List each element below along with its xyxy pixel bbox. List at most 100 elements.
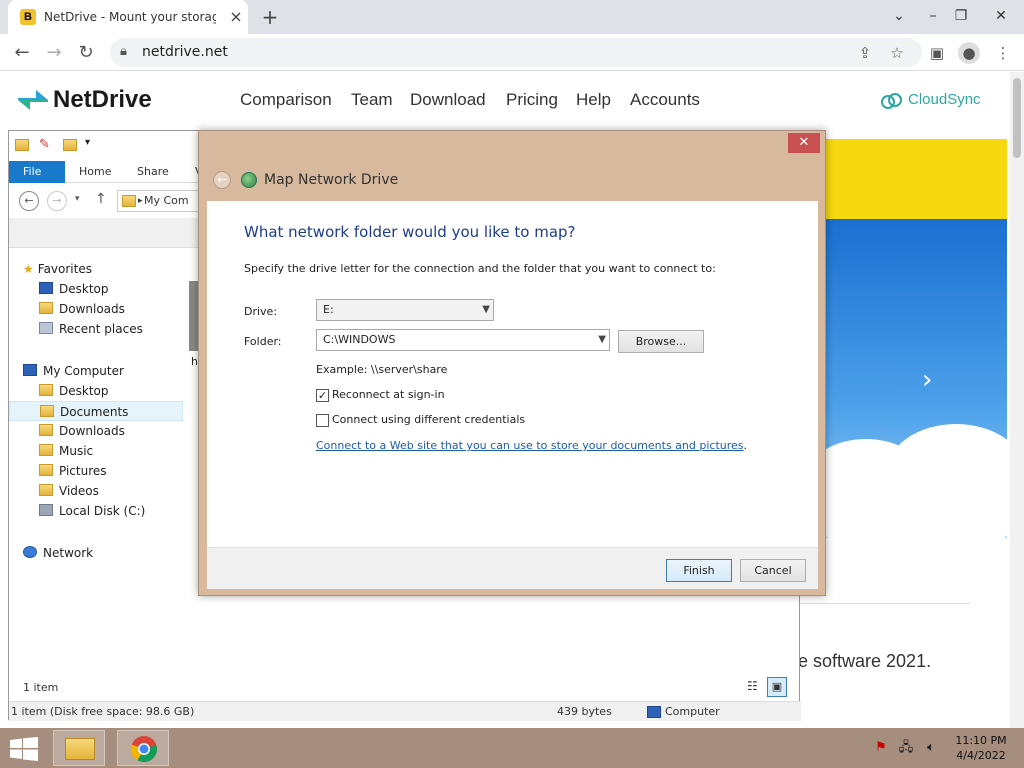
address-chevron-icon: ▸ <box>138 196 143 206</box>
page-scrollbar[interactable] <box>1010 72 1024 728</box>
drive-value: E: <box>323 303 334 316</box>
tab-home[interactable]: Home <box>65 161 125 183</box>
minimize-icon[interactable]: – <box>918 2 948 30</box>
folder-input[interactable]: C:\WINDOWS ▼ <box>316 329 610 351</box>
clock-time: 11:10 PM <box>955 734 1007 747</box>
credentials-label[interactable]: Connect using different credentials <box>332 413 525 426</box>
dialog-heading: What network folder would you like to ma… <box>244 223 576 241</box>
tree-my-computer[interactable]: My Computer <box>23 361 183 381</box>
folder-icon[interactable] <box>15 139 29 151</box>
tree-label: Recent places <box>59 322 143 336</box>
flag-alert-icon[interactable]: ⚑ <box>872 739 890 757</box>
omnibox[interactable]: 🔒︎ netdrive.net ⇪ ☆ <box>110 38 922 67</box>
tree-pc-pictures[interactable]: Pictures <box>23 461 183 481</box>
dialog-close-button[interactable]: ✕ <box>788 133 820 153</box>
dialog-footer: Finish Cancel <box>207 547 818 589</box>
finish-button[interactable]: Finish <box>666 559 732 582</box>
cloudsync-link[interactable]: CloudSync <box>908 91 981 108</box>
hero-yellow-band <box>826 139 1007 219</box>
tree-fav-recent[interactable]: Recent places <box>23 319 183 339</box>
up-arrow-icon[interactable]: ↑ <box>95 191 107 207</box>
credentials-checkbox[interactable] <box>316 414 329 427</box>
nav-pricing[interactable]: Pricing <box>506 90 558 110</box>
netdrive-logo-icon[interactable] <box>16 84 50 116</box>
tree-label: Desktop <box>59 282 109 296</box>
close-window-icon[interactable]: ✕ <box>986 2 1016 30</box>
large-icons-view-icon[interactable]: ▣ <box>767 677 787 697</box>
tree-pc-desktop[interactable]: Desktop <box>23 381 183 401</box>
status-free-space: 1 item (Disk free space: 98.6 GB) <box>11 705 195 718</box>
sidepanel-icon[interactable]: ▣ <box>926 42 948 64</box>
volume-muted-icon[interactable]: 🔈︎ <box>922 739 940 757</box>
lock-icon[interactable]: 🔒︎ <box>120 44 127 59</box>
status-location: Computer <box>665 705 720 718</box>
recent-dropdown-icon[interactable]: ▾ <box>75 194 80 204</box>
logo-text[interactable]: NetDrive <box>53 86 152 114</box>
tab-close-icon[interactable]: × <box>226 7 246 27</box>
tab-file[interactable]: File <box>9 161 65 183</box>
browser-tab[interactable]: B NetDrive - Mount your storage a × <box>8 0 248 34</box>
drive-label: Drive: <box>244 305 278 318</box>
taskbar-file-explorer[interactable] <box>53 730 105 766</box>
tree-pc-music[interactable]: Music <box>23 441 183 461</box>
divider <box>800 603 970 604</box>
new-tab-icon[interactable]: + <box>258 5 282 29</box>
tree-pc-local-disk[interactable]: Local Disk (C:) <box>23 501 183 521</box>
tab-share[interactable]: Share <box>123 161 183 183</box>
tree-fav-downloads[interactable]: Downloads <box>23 299 183 319</box>
nav-download[interactable]: Download <box>410 90 486 110</box>
nav-comparison[interactable]: Comparison <box>240 90 332 110</box>
browse-button[interactable]: Browse... <box>618 330 704 353</box>
folder-icon <box>39 424 53 436</box>
tab-search-icon[interactable]: ⌄ <box>884 2 914 30</box>
menu-dots-icon[interactable]: ⋮ <box>992 42 1014 64</box>
details-view-icon[interactable]: ☷ <box>747 679 758 693</box>
tree-favorites[interactable]: ★ Favorites <box>23 259 183 279</box>
nav-accounts[interactable]: Accounts <box>630 90 700 110</box>
chevron-down-icon[interactable]: ▼ <box>598 330 606 350</box>
reload-icon[interactable]: ↻ <box>72 39 100 67</box>
reconnect-checkbox[interactable]: ✓ <box>316 389 329 402</box>
explorer-back-icon[interactable]: ← <box>19 191 39 211</box>
taskbar-chrome[interactable] <box>117 730 169 766</box>
tree-fav-desktop[interactable]: Desktop <box>23 279 183 299</box>
tree-pc-documents[interactable]: Documents <box>9 401 183 421</box>
drive-select[interactable]: E: ▼ <box>316 299 494 321</box>
tree-label: Local Disk (C:) <box>59 504 146 518</box>
scrollbar-thumb[interactable] <box>1013 78 1021 158</box>
carousel-next-icon[interactable]: › <box>922 365 932 395</box>
taskbar-clock[interactable]: 11:10 PM 4/4/2022 <box>948 733 1014 763</box>
tree-pc-downloads[interactable]: Downloads <box>23 421 183 441</box>
tree-label: Network <box>43 546 94 560</box>
cancel-button[interactable]: Cancel <box>740 559 806 582</box>
tree-label: Music <box>59 444 94 458</box>
new-folder-icon[interactable] <box>63 139 77 151</box>
qat-dropdown-icon[interactable]: ▾ <box>85 137 90 148</box>
properties-icon[interactable]: ✎ <box>39 137 50 152</box>
reconnect-label[interactable]: Reconnect at sign-in <box>332 388 445 401</box>
bookmark-star-icon[interactable]: ☆ <box>886 42 908 64</box>
tree-pc-videos[interactable]: Videos <box>23 481 183 501</box>
windows-start-icon[interactable] <box>10 737 38 761</box>
explorer-forward-icon[interactable]: → <box>47 191 67 211</box>
profile-icon[interactable]: ● <box>958 42 980 64</box>
cloudsync-icon[interactable] <box>880 92 904 110</box>
forward-icon[interactable]: → <box>40 39 68 67</box>
dialog-back-icon[interactable]: ← <box>213 171 231 189</box>
back-icon[interactable]: ← <box>8 39 36 67</box>
restore-icon[interactable]: ❐ <box>946 2 976 30</box>
status-size: 439 bytes <box>557 705 612 718</box>
status-bar: 1 item (Disk free space: 98.6 GB) 439 by… <box>9 701 801 721</box>
favicon-icon: B <box>20 9 36 25</box>
folder-icon <box>39 464 53 476</box>
chrome-icon <box>130 736 157 763</box>
file-name-fragment[interactable]: h <box>191 355 198 368</box>
nav-team[interactable]: Team <box>351 90 393 110</box>
web-site-link[interactable]: Connect to a Web site that you can use t… <box>316 439 744 452</box>
tree-network[interactable]: Network <box>23 543 183 563</box>
nav-help[interactable]: Help <box>576 90 611 110</box>
url-text[interactable]: netdrive.net <box>142 44 228 60</box>
share-icon[interactable]: ⇪ <box>854 42 876 64</box>
dialog-title: Map Network Drive <box>264 172 399 188</box>
network-tray-icon[interactable]: 🖧︎ <box>897 739 915 757</box>
